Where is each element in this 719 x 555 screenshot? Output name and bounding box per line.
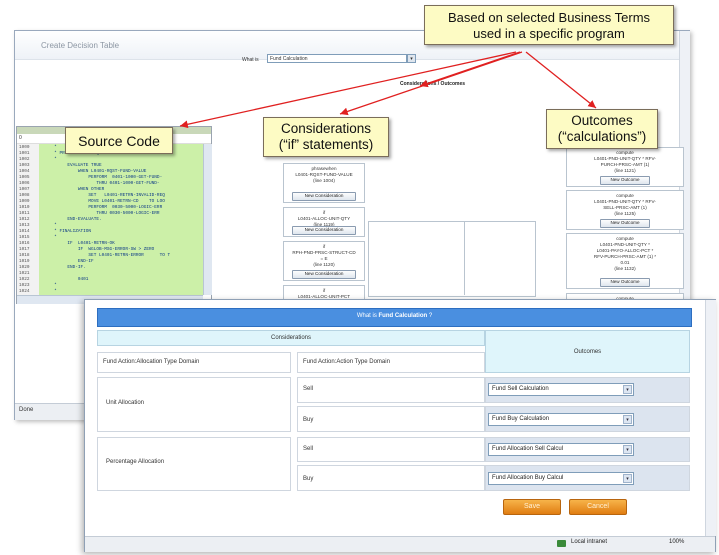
- business-terms-callout: Based on selected Business Terms used in…: [424, 5, 674, 45]
- arrow-to-source-code: [179, 51, 517, 129]
- arrow-to-what-is: [419, 51, 521, 88]
- callout-arrows: [179, 51, 597, 129]
- arrow-to-considerations: [339, 51, 523, 116]
- arrow-to-outcomes: [525, 51, 597, 109]
- outcomes-callout: Outcomes (“calculations”): [546, 109, 658, 149]
- source-code-callout: Source Code: [65, 127, 173, 154]
- considerations-callout: Considerations (“if” statements): [263, 117, 389, 157]
